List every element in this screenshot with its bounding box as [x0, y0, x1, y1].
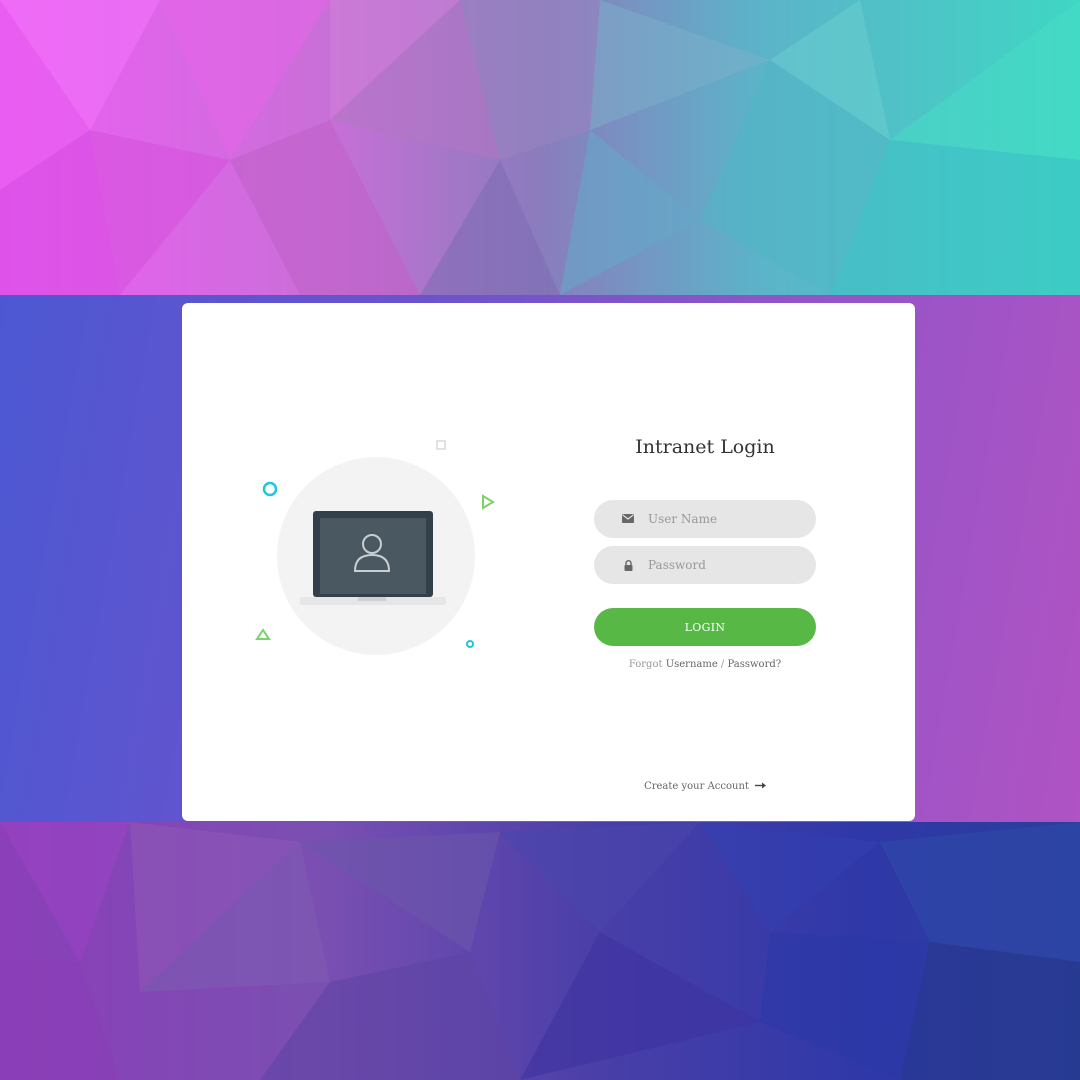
- create-account-link[interactable]: Create your Account: [594, 781, 816, 792]
- login-illustration: [182, 303, 582, 821]
- login-card: Intranet Login LOGIN Forgot Username / P…: [182, 303, 915, 821]
- laptop-user-icon: [300, 511, 446, 605]
- forgot-credentials: Forgot Username / Password?: [594, 659, 816, 670]
- square-decoration-icon: [436, 440, 446, 450]
- create-account-label: Create your Account: [644, 781, 749, 792]
- play-triangle-decoration-icon: [482, 494, 495, 510]
- password-field[interactable]: [594, 546, 816, 584]
- username-input[interactable]: [646, 511, 800, 527]
- password-input[interactable]: [646, 557, 800, 573]
- login-button[interactable]: LOGIN: [594, 608, 816, 646]
- arrow-right-icon: [754, 781, 766, 792]
- login-title: Intranet Login: [635, 436, 775, 458]
- forgot-prefix: Forgot: [628, 659, 663, 670]
- lock-icon: [620, 557, 636, 573]
- forgot-password-link[interactable]: Password?: [727, 659, 781, 670]
- background-bottom: [0, 822, 1080, 1080]
- small-circle-decoration-icon: [466, 640, 474, 648]
- triangle-decoration-icon: [255, 628, 271, 640]
- username-field[interactable]: [594, 500, 816, 538]
- forgot-username-link[interactable]: Username: [666, 659, 718, 670]
- background-top: [0, 0, 1080, 295]
- circle-decoration-icon: [262, 481, 278, 497]
- envelope-icon: [620, 511, 636, 527]
